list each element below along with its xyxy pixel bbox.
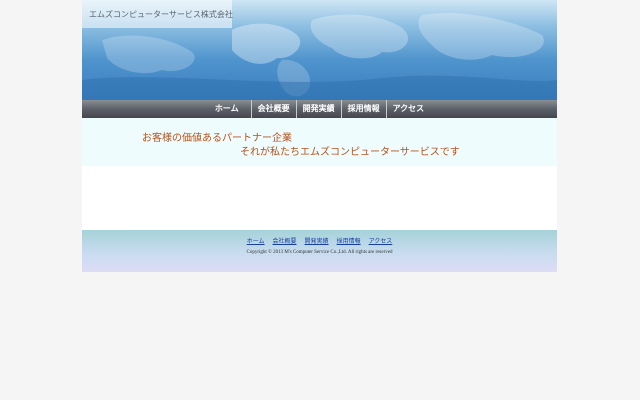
footer: ホーム 会社概要 開発実績 採用情報 アクセス Copyright © 2013…: [82, 230, 557, 272]
nav-item-company[interactable]: 会社概要: [252, 100, 297, 118]
tagline-line-2: それが私たちエムズコンピューターサービスです: [240, 147, 460, 158]
footer-link-home[interactable]: ホーム: [247, 236, 265, 245]
copyright-text: Copyright © 2013 M's Computer Service Co…: [246, 250, 393, 255]
footer-link-works[interactable]: 開発実績: [305, 236, 329, 245]
footer-link-company[interactable]: 会社概要: [273, 236, 297, 245]
nav-item-works[interactable]: 開発実績: [297, 100, 342, 118]
footer-links: ホーム 会社概要 開発実績 採用情報 アクセス: [82, 236, 557, 245]
footer-link-access[interactable]: アクセス: [369, 236, 393, 245]
company-name: エムズコンピューターサービス株式会社: [89, 9, 233, 19]
tagline-banner: お客様の価値あるパートナー企業 それが私たちエムズコンピューターサービスです: [82, 118, 557, 166]
page-container: エムズコンピューターサービス株式会社 ホーム 会社概要 開発実績 採用情報 アク…: [82, 0, 557, 272]
tagline-line-1: お客様の価値あるパートナー企業: [142, 133, 292, 144]
footer-link-recruit[interactable]: 採用情報: [337, 236, 361, 245]
logo[interactable]: エムズコンピューターサービス株式会社: [82, 0, 233, 28]
nav-item-home[interactable]: ホーム: [209, 100, 252, 118]
header-banner: エムズコンピューターサービス株式会社: [82, 0, 557, 100]
main-nav: ホーム 会社概要 開発実績 採用情報 アクセス: [82, 100, 557, 118]
nav-item-access[interactable]: アクセス: [387, 100, 431, 118]
nav-item-recruit[interactable]: 採用情報: [342, 100, 387, 118]
